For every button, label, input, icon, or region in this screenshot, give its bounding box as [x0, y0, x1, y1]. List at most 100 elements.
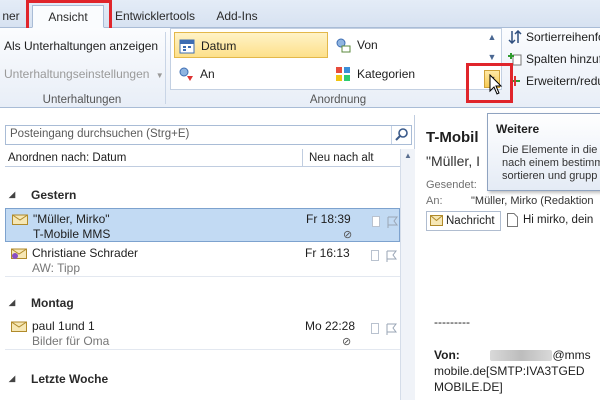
category-box[interactable] — [372, 216, 380, 227]
arrangement-date[interactable]: Datum — [174, 32, 328, 58]
collapse-triangle-icon[interactable]: ◢ — [9, 185, 15, 205]
envelope-read-icon — [12, 214, 28, 225]
collapse-triangle-icon[interactable]: ◢ — [9, 369, 15, 389]
flag-icon[interactable] — [384, 249, 398, 263]
group-header-label: Gestern — [31, 188, 77, 202]
envelope-reply-icon — [11, 248, 27, 259]
search-input[interactable]: Posteingang durchsuchen (Strg+E) — [10, 128, 189, 140]
body-email-tail: @mms — [552, 348, 591, 362]
side-item-label: Spalten hinzuf — [526, 52, 600, 66]
to-label: An: — [426, 195, 443, 207]
sent-label: Gesendet: — [426, 179, 477, 191]
tab-label: Add-Ins — [216, 9, 258, 23]
tab-label: Entwicklertools — [114, 9, 196, 23]
search-icon — [395, 128, 408, 141]
arrangement-label: An — [200, 67, 215, 81]
recipient-icon — [179, 67, 193, 81]
group-divider — [165, 32, 166, 104]
tab-ansicht[interactable]: Ansicht — [32, 5, 104, 28]
arrangement-label: Kategorien — [357, 67, 416, 81]
tooltip: Weitere Die Elemente in die nach einem b… — [487, 113, 600, 191]
message-subject: T-Mobil — [426, 129, 479, 146]
list-scrollbar[interactable]: ▲ — [400, 149, 415, 400]
ribbon-tab-bar: ner Ansicht Entwicklertools Add-Ins — [0, 0, 600, 28]
categories-icon — [336, 67, 350, 81]
group-header-label: Montag — [31, 296, 74, 310]
gallery-scroll-up-button[interactable]: ▲ — [484, 28, 500, 46]
sort-arrows-icon — [508, 30, 522, 44]
sort-order-button[interactable]: Sortierreihenfo — [508, 28, 600, 46]
category-box[interactable] — [371, 250, 379, 261]
arrangement-to[interactable]: An — [174, 61, 328, 87]
conversation-settings-dropdown[interactable]: Unterhaltungseinstellungen ▼ — [4, 65, 164, 85]
group-label-arrangement: Anordnung — [309, 94, 367, 106]
add-column-icon — [508, 53, 522, 66]
tooltip-line: Die Elemente in die — [502, 144, 598, 156]
sort-order-toggle[interactable]: Neu nach alt — [302, 149, 374, 167]
scroll-up-arrow-icon[interactable]: ▲ — [401, 149, 415, 163]
calendar-icon — [179, 39, 195, 54]
body-from-label: Von: — [434, 348, 460, 362]
tab-label: Ansicht — [48, 10, 88, 24]
message-tabs: Nachricht Hi mirko, dein — [426, 211, 600, 233]
flag-icon[interactable] — [384, 322, 398, 336]
mail-subject: AW: Tipp — [32, 261, 81, 275]
arrangement-gallery: Datum Von An Kategorien — [170, 28, 502, 90]
ribbon: Als Unterhaltungen anzeigen Unterhaltung… — [0, 28, 600, 108]
sort-by-button[interactable]: Anordnen nach: Datum — [8, 149, 126, 167]
tooltip-line: nach einem bestimm — [502, 157, 600, 169]
expand-collapse-icon — [510, 76, 520, 86]
group-header-yesterday[interactable]: ◢ Gestern — [5, 185, 400, 205]
envelope-read-icon — [11, 321, 27, 332]
envelope-icon — [430, 215, 443, 226]
group-label-conversations: Unterhaltungen — [42, 94, 122, 106]
tab-message[interactable]: Nachricht — [426, 211, 501, 231]
tab-previous[interactable]: ner — [0, 5, 22, 28]
side-item-label: Erweitern/redu — [526, 74, 600, 88]
list-item[interactable]: paul 1und 1 Bilder für Oma Mo 22:28 ⊘ — [5, 316, 400, 350]
list-item[interactable]: "Müller, Mirko" T-Mobile MMS Fr 18:39 ⊘ — [5, 208, 400, 242]
gallery-scroll-down-button[interactable]: ▼ — [484, 48, 500, 66]
add-columns-button[interactable]: Spalten hinzuf — [508, 50, 600, 68]
body-line: MOBILE.DE] — [434, 380, 503, 394]
arrangement-label: Datum — [201, 39, 237, 53]
group-header-last-week[interactable]: ◢ Letzte Woche — [5, 369, 400, 389]
mail-sender: "Müller, Mirko" — [33, 212, 110, 226]
mouse-cursor-icon — [489, 74, 503, 95]
list-item[interactable]: Christiane Schrader AW: Tipp Fr 16:13 — [5, 243, 400, 277]
tab-entwicklertools[interactable]: Entwicklertools — [112, 5, 198, 28]
mail-subject: Bilder für Oma — [32, 334, 110, 348]
mail-subject: T-Mobile MMS — [33, 227, 111, 241]
expand-collapse-button[interactable]: Erweitern/redu — [508, 72, 600, 90]
tab-add-ins[interactable]: Add-Ins — [206, 5, 268, 28]
arrangement-label: Von — [357, 38, 378, 52]
redacted-block — [490, 350, 553, 362]
search-button[interactable] — [391, 126, 411, 144]
body-line: mobile.de[SMTP:IVA3TGED — [434, 364, 585, 378]
arrangement-categories[interactable]: Kategorien — [331, 61, 481, 87]
conversation-settings-label: Unterhaltungseinstellungen — [4, 67, 150, 81]
mail-sender: paul 1und 1 — [32, 319, 95, 333]
tab-label: ner — [2, 9, 20, 23]
mail-time: Mo 22:28 — [305, 319, 356, 333]
attachment-icon: ⊘ — [343, 229, 353, 241]
contact-icon — [336, 38, 351, 53]
group-header-label: Letzte Woche — [31, 372, 109, 386]
tooltip-line: sortieren und grupp — [502, 170, 598, 182]
group-header-monday[interactable]: ◢ Montag — [5, 293, 400, 313]
tab-attachment[interactable]: Hi mirko, dein — [504, 211, 600, 231]
message-body: Von: @mms mobile.de[SMTP:IVA3TGED MOBILE… — [434, 347, 600, 395]
tab-message-label: Nachricht — [446, 215, 495, 227]
document-icon — [507, 213, 518, 227]
flag-icon[interactable] — [385, 215, 399, 229]
category-box[interactable] — [371, 323, 379, 334]
show-conversations-checkbox[interactable]: Als Unterhaltungen anzeigen — [4, 37, 158, 55]
arrangement-from[interactable]: Von — [331, 32, 481, 58]
side-item-label: Sortierreihenfo — [526, 30, 600, 44]
tooltip-title: Weitere — [496, 122, 540, 136]
dropdown-arrow-icon: ▼ — [155, 71, 164, 80]
mail-time: Fr 16:13 — [305, 246, 350, 260]
search-box[interactable]: Posteingang durchsuchen (Strg+E) — [5, 125, 412, 145]
body-separator: --------- — [434, 315, 470, 329]
collapse-triangle-icon[interactable]: ◢ — [9, 293, 15, 313]
